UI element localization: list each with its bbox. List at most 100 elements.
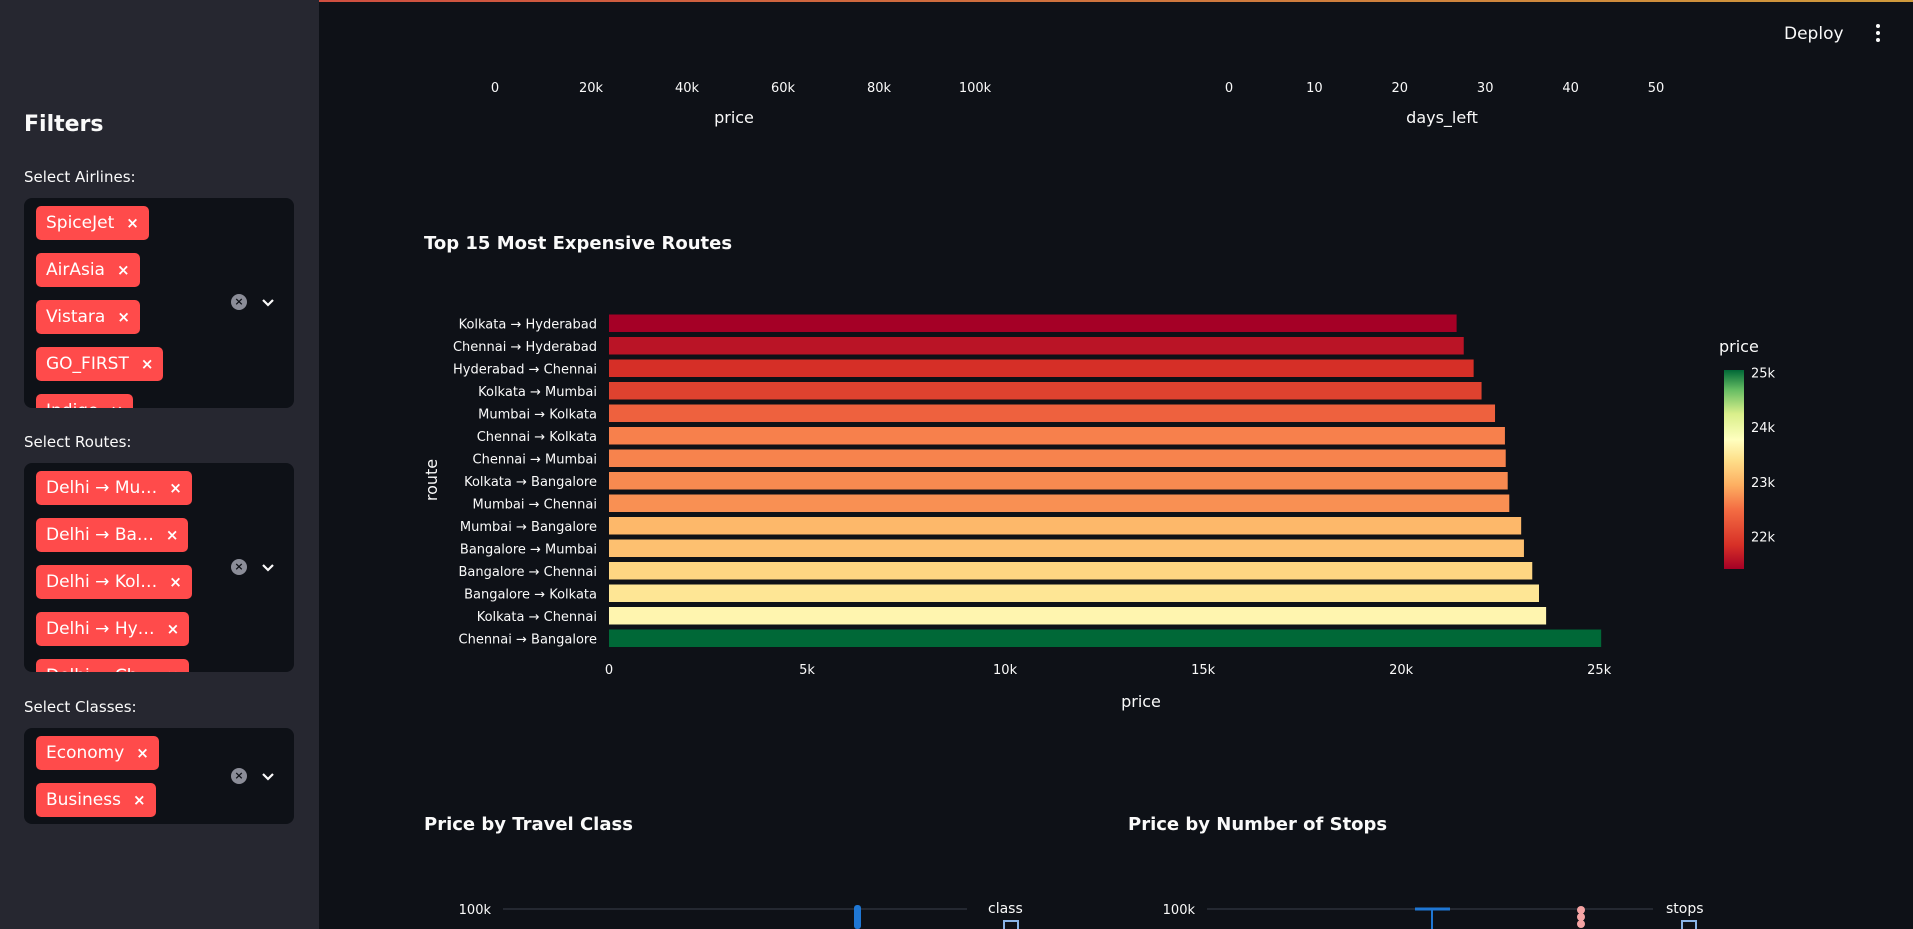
class-tag-label: Business [46, 790, 121, 810]
remove-tag-icon[interactable]: × [141, 355, 154, 373]
route-bar[interactable] [609, 337, 1464, 355]
routes-y-axis-title: route [422, 459, 441, 501]
chevron-down-icon[interactable] [260, 294, 276, 310]
top-right-axis-ticks: 0 10 20 30 40 50 [1225, 81, 1664, 96]
sidebar: Filters Select Airlines: SpiceJet × AirAsi… [0, 0, 319, 929]
stops-outlier-point [1577, 913, 1585, 921]
clear-classes-icon[interactable]: × [231, 768, 247, 784]
stops-legend-swatch[interactable] [1681, 920, 1697, 929]
airline-tag[interactable]: AirAsia × [36, 253, 140, 287]
airlines-multiselect[interactable]: SpiceJet×AirAsia×Vistara×GO_FIRST×Indigo… [24, 198, 294, 408]
route-label: Kolkata → Chennai [477, 610, 597, 625]
route-label: Hyderabad → Chennai [453, 362, 597, 377]
airline-tag[interactable]: Vistara × [36, 300, 140, 334]
route-bar[interactable] [609, 359, 1474, 378]
route-bar[interactable] [609, 539, 1524, 558]
route-bar[interactable] [609, 427, 1505, 445]
top-axis-tick: 40 [1562, 81, 1579, 96]
route-tag[interactable]: Delhi → Hy… × [36, 612, 190, 646]
top-left-axis-title: price [714, 108, 754, 127]
chevron-down-icon[interactable] [260, 559, 276, 575]
airline-tag[interactable]: GO_FIRST × [36, 347, 164, 381]
airlines-label: Select Airlines: [24, 168, 136, 186]
route-tag[interactable]: Delhi → Kol… × [36, 565, 192, 599]
top-axis-tick: 20 [1392, 81, 1409, 96]
colorbar-title: price [1719, 337, 1759, 356]
route-tag-label: Delhi → Ba… [46, 525, 154, 545]
routes-bars [609, 314, 1602, 648]
airline-tag-label: AirAsia [46, 260, 105, 280]
routes-multiselect[interactable]: Delhi → Mu… × Delhi → Ba… × Delhi → Kol… × Del… [24, 463, 294, 672]
route-label: Bangalore → Mumbai [460, 542, 597, 557]
class-legend-swatch[interactable] [1003, 920, 1019, 929]
airline-tag[interactable]: Indigo × [36, 394, 134, 408]
route-label: Mumbai → Kolkata [478, 407, 597, 422]
clear-routes-icon[interactable]: × [231, 559, 247, 575]
route-bar[interactable] [609, 517, 1522, 535]
main-charts-area: 0 20k 40k 60k 80k 100k price 0 10 20 30 40 50 days… [422, 81, 1776, 929]
route-bar[interactable] [609, 584, 1539, 603]
class-legend-title: class [988, 901, 1023, 917]
remove-tag-icon[interactable]: × [133, 791, 146, 809]
airline-tag-label: Indigo [46, 401, 99, 408]
route-bar[interactable] [609, 562, 1533, 580]
classes-multiselect[interactable]: Economy × Business × × [24, 728, 294, 824]
remove-tag-icon[interactable]: × [166, 667, 179, 672]
routes-y-tick-labels: Kolkata → Hyderabad Chennai → Hyderabad Hy… [453, 317, 597, 647]
route-tag-label: Delhi → Hy… [46, 619, 155, 639]
remove-tag-icon[interactable]: × [117, 261, 130, 279]
stops-outlier-point [1577, 906, 1585, 914]
route-bar[interactable] [609, 382, 1482, 400]
route-label: Kolkata → Mumbai [478, 385, 597, 400]
stops-outlier-point [1577, 920, 1585, 928]
route-label: Chennai → Bangalore [459, 632, 598, 647]
route-bar[interactable] [609, 607, 1547, 625]
route-label: Mumbai → Chennai [473, 497, 597, 512]
routes-x-tick-labels: 0 5k 10k 15k 20k 25k [605, 663, 1612, 678]
remove-tag-icon[interactable]: × [169, 479, 182, 497]
routes-label: Select Routes: [24, 433, 132, 451]
class-box-whisker-economy [854, 905, 861, 929]
route-bar[interactable] [609, 629, 1602, 648]
top-axis-tick: 50 [1648, 81, 1665, 96]
top-axis-tick: 80k [867, 81, 892, 96]
clear-airlines-icon[interactable]: × [231, 294, 247, 310]
top-axis-tick: 10 [1306, 81, 1323, 96]
chevron-down-icon[interactable] [260, 768, 276, 784]
route-tag[interactable]: Delhi → Ch… × [36, 659, 190, 672]
remove-tag-icon[interactable]: × [126, 214, 139, 232]
routes-x-axis-title: price [1121, 692, 1161, 711]
route-bar[interactable] [609, 449, 1506, 468]
route-bar[interactable] [609, 472, 1508, 490]
route-label: Kolkata → Hyderabad [459, 317, 597, 332]
airline-tag-label: Vistara [46, 307, 106, 327]
remove-tag-icon[interactable]: × [117, 308, 130, 326]
top-axis-tick: 30 [1477, 81, 1494, 96]
remove-tag-icon[interactable]: × [166, 526, 179, 544]
airline-tag-label: SpiceJet [46, 213, 115, 233]
top-left-axis-ticks: 0 20k 40k 60k 80k 100k [491, 81, 992, 96]
colorbar-tick: 24k [1751, 421, 1776, 436]
x-tick-label: 20k [1389, 663, 1414, 678]
route-label: Mumbai → Bangalore [460, 520, 597, 535]
remove-tag-icon[interactable]: × [136, 744, 149, 762]
remove-tag-icon[interactable]: × [111, 402, 124, 408]
remove-tag-icon[interactable]: × [167, 620, 180, 638]
class-tag[interactable]: Business × [36, 783, 156, 817]
stops-chart-title: Price by Number of Stops [1128, 814, 1387, 835]
route-tag[interactable]: Delhi → Ba… × [36, 518, 189, 552]
route-label: Chennai → Mumbai [473, 452, 597, 467]
route-bar[interactable] [609, 314, 1457, 333]
route-tag[interactable]: Delhi → Mu… × [36, 471, 192, 505]
airline-tag[interactable]: SpiceJet × [36, 206, 149, 240]
stops-legend-title: stops [1666, 901, 1704, 917]
top-axis-tick: 0 [1225, 81, 1233, 96]
route-bar[interactable] [609, 404, 1496, 423]
route-bar[interactable] [609, 494, 1510, 513]
class-tag-label: Economy [46, 743, 125, 763]
routes-chart-title: Top 15 Most Expensive Routes [424, 233, 732, 254]
remove-tag-icon[interactable]: × [169, 573, 182, 591]
class-tag[interactable]: Economy × [36, 736, 159, 770]
x-tick-label: 25k [1587, 663, 1612, 678]
top-axis-tick: 100k [959, 81, 992, 96]
